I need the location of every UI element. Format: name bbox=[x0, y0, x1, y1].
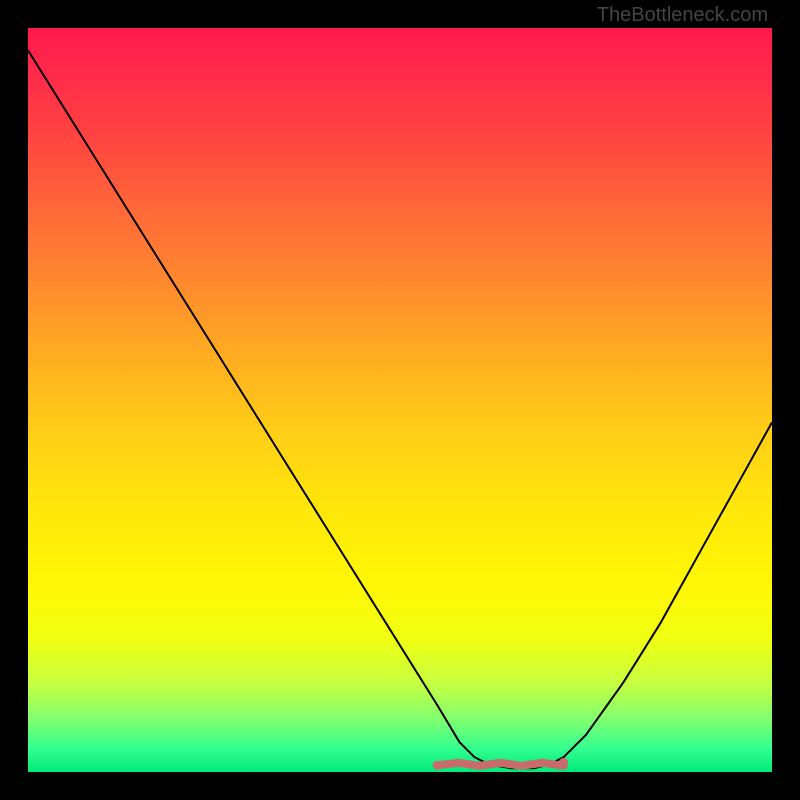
plot-area bbox=[28, 28, 772, 772]
marker-dot-right bbox=[559, 758, 568, 767]
curve-svg bbox=[28, 28, 772, 772]
marker-dot-left bbox=[433, 761, 442, 770]
watermark-text: TheBottleneck.com bbox=[597, 4, 768, 27]
chart-container: TheBottleneck.com bbox=[0, 0, 800, 800]
bottleneck-curve bbox=[28, 50, 772, 768]
optimal-marker-strip bbox=[437, 763, 564, 766]
